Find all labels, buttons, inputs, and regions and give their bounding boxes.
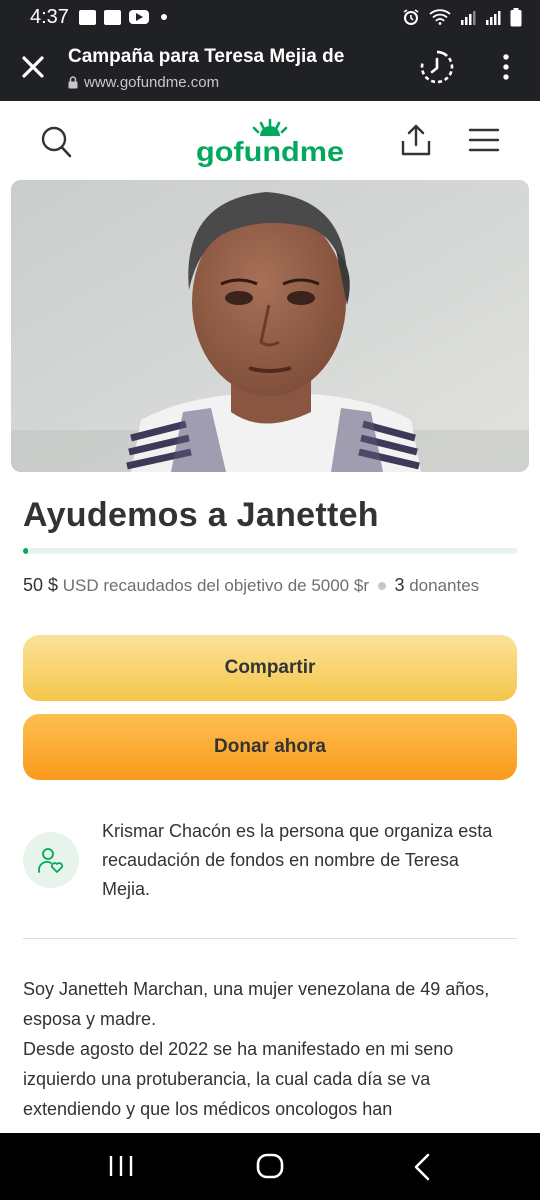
story-paragraph: Soy Janetteh Marchan, una mujer venezola… [23,979,490,1029]
search-icon[interactable] [40,125,72,159]
status-bar: 4:37 [0,0,540,34]
wifi-icon [429,9,451,25]
fundraising-stats: 50 $ USD recaudados del objetivo de 5000… [23,575,479,596]
progress-bar-fill [23,548,28,554]
signal-icon [461,10,476,25]
separator-dot [377,581,386,590]
battery-icon [510,7,522,26]
lock-icon [68,76,78,89]
system-navigation-bar [0,1133,540,1200]
home-icon[interactable] [256,1153,284,1179]
status-time: 4:37 [30,5,69,28]
recent-apps-icon[interactable] [108,1154,134,1178]
gallery-icon [103,9,121,25]
notification-icons [78,9,167,25]
campaign-title: Ayudemos a Janetteh [23,496,379,534]
page-title: Campaña para Teresa Mejia de [68,46,345,67]
share-button[interactable]: Compartir [23,635,517,701]
alarm-icon [403,9,419,25]
youtube-icon [128,10,149,24]
organizer-heart-person-icon [38,848,64,873]
campaign-photo[interactable] [11,180,529,472]
facebook-icon [78,9,96,25]
donor-count: 3 [394,575,405,595]
donor-label: donantes [409,576,480,595]
organizer-description: Krismar Chacón es la persona que organiz… [102,821,493,899]
gofundme-logo[interactable]: gofundme [194,117,346,167]
raised-description: USD recaudados del objetivo de 5000 $r [62,576,369,595]
more-options-icon[interactable] [496,52,516,82]
history-icon[interactable] [418,48,456,86]
url-display: www.gofundme.com [68,74,219,91]
url-text: www.gofundme.com [84,74,220,91]
campaign-story: Soy Janetteh Marchan, una mujer venezola… [23,974,517,1124]
progress-bar [23,548,517,554]
share-upload-icon[interactable] [400,123,432,157]
logo-wordmark: gofundme [196,136,344,167]
story-paragraph: Desde agosto del 2022 se ha manifestado … [23,1039,454,1119]
divider [23,938,517,939]
custom-tab-toolbar: Campaña para Teresa Mejia de www.gofundm… [0,34,540,101]
raised-amount: 50 $ [23,575,59,595]
site-header: gofundme [0,101,540,181]
back-icon[interactable] [412,1153,432,1181]
system-icons [402,7,522,27]
organizer-avatar [23,832,79,888]
signal-icon [486,10,501,25]
more-notifications-icon [160,14,167,20]
hamburger-menu-icon[interactable] [468,127,500,153]
close-icon[interactable] [18,52,48,82]
web-page: gofundme Ayudemos a Janetteh 50 $ USD re… [0,101,540,1133]
donate-button[interactable]: Donar ahora [23,714,517,780]
